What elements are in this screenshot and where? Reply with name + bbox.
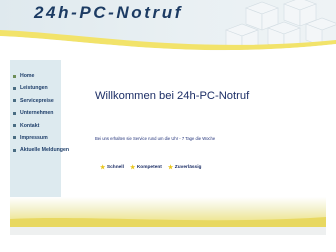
nav-item-label: Impressum	[20, 134, 48, 141]
main-content: Willkommen bei 24h-PC-Notruf Bei uns erh…	[61, 60, 326, 197]
nav-bullet-icon	[13, 99, 16, 103]
nav-bullet-icon	[13, 136, 16, 140]
feature-item: ★ Schnell	[100, 164, 124, 171]
page-subtitle: Bei uns erhalten sie Service rund um die…	[95, 136, 216, 141]
feature-label: Kompetent	[136, 165, 162, 170]
nav-item-label: Servicepreise	[20, 97, 54, 104]
nav-bullet-icon	[13, 148, 16, 152]
nav-bullet-icon	[13, 124, 16, 128]
star-icon: ★	[167, 165, 174, 171]
feature-item: ★ Zuverlässig	[168, 164, 202, 171]
nav-item-label: Unternehmen	[20, 110, 54, 117]
feature-item: ★ Kompetent	[130, 164, 162, 171]
footer-strip	[10, 227, 326, 235]
nav-item-label: Home	[20, 73, 35, 79]
nav-bullet-icon	[13, 74, 16, 78]
feature-label: Zuverlässig	[174, 165, 202, 170]
footer-swoosh	[10, 217, 326, 227]
star-icon: ★	[129, 165, 136, 171]
nav-bullet-icon	[13, 86, 16, 90]
star-icon: ★	[100, 165, 106, 171]
nav-item-label: Leistungen	[20, 85, 48, 92]
nav-item-label: Kontakt	[20, 122, 40, 129]
footer-decoration	[10, 197, 326, 227]
feature-list: ★ Schnell ★ Kompetent ★ Zuverlässig	[100, 164, 201, 171]
page-title: Willkommen bei 24h-PC-Notruf	[95, 90, 250, 102]
nav-bullet-icon	[13, 111, 16, 115]
feature-label: Schnell	[106, 165, 124, 170]
